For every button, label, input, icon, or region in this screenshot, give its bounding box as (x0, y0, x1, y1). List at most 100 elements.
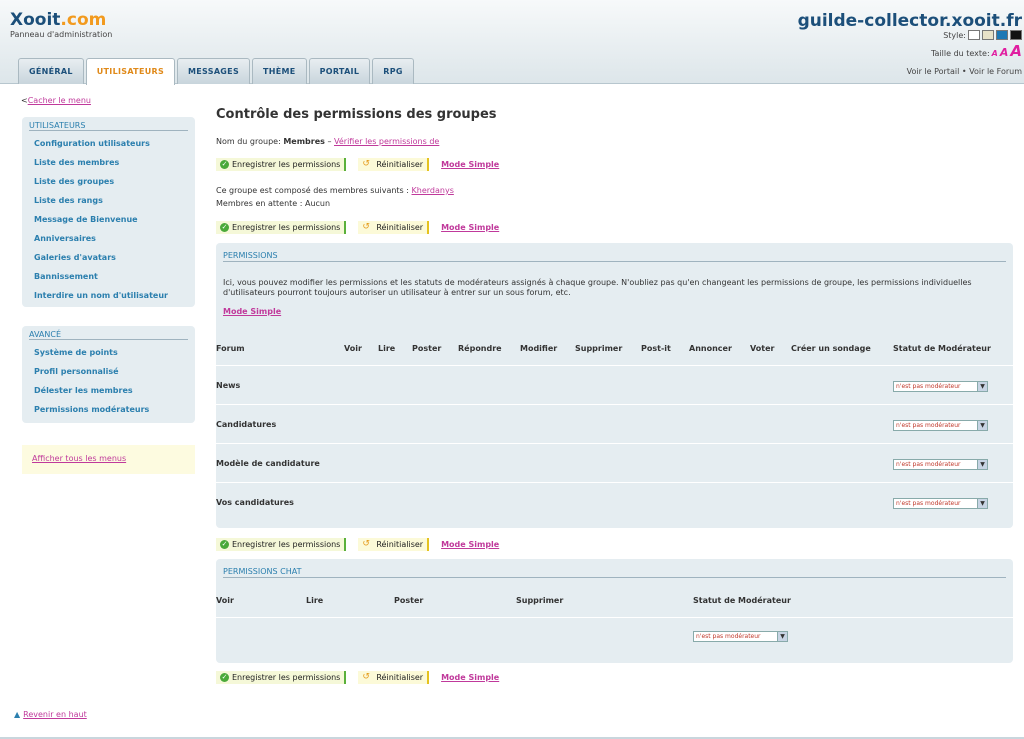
top-links: Voir le Portail • Voir le Forum (907, 67, 1022, 76)
style-swatch-blue[interactable] (996, 30, 1008, 40)
check-icon: ✓ (220, 160, 229, 169)
text-size-selector: Taille du texte: A A A (931, 42, 1022, 60)
view-forum-link[interactable]: Voir le Forum (969, 67, 1022, 76)
save-permissions-label: Enregistrer les permissions (232, 223, 341, 232)
row-separator (216, 617, 1013, 618)
show-all-menus-link[interactable]: Afficher tous les menus (32, 454, 126, 463)
simple-mode-link[interactable]: Mode Simple (441, 540, 499, 549)
permissions-simple-mode-link[interactable]: Mode Simple (223, 307, 281, 316)
chevron-down-icon: ▼ (977, 499, 987, 508)
moderator-status-value: n'est pas modérateur (896, 383, 961, 390)
sidebar-item-forbid-username[interactable]: Interdire un nom d'utilisateur (29, 286, 188, 305)
logo-suffix: com (66, 10, 107, 30)
back-to-top-link[interactable]: Revenir en haut (23, 710, 87, 719)
reset-icon: ↺ (362, 672, 370, 682)
check-icon: ✓ (220, 540, 229, 549)
save-permissions-button[interactable]: ✓ Enregistrer les permissions (216, 221, 347, 234)
reset-icon: ↺ (362, 539, 370, 549)
sidebar-advanced-box: AVANCÉ Système de points Profil personna… (22, 326, 195, 423)
moderator-status-value: n'est pas modérateur (896, 500, 961, 507)
col-creer-sondage: Créer un sondage (791, 344, 871, 353)
moderator-status-select[interactable]: n'est pas modérateur ▼ (893, 381, 988, 392)
group-name-label: Nom du groupe: (216, 137, 281, 146)
moderator-status-select[interactable]: n'est pas modérateur ▼ (893, 420, 988, 431)
chat-col-poster: Poster (394, 596, 424, 605)
row-separator (216, 443, 1013, 444)
style-swatch-beige[interactable] (982, 30, 994, 40)
simple-mode-link[interactable]: Mode Simple (441, 673, 499, 682)
sidebar-item-birthdays[interactable]: Anniversaires (29, 229, 188, 248)
row-separator (216, 404, 1013, 405)
moderator-status-value: n'est pas modérateur (696, 633, 761, 640)
chat-col-voir: Voir (216, 596, 234, 605)
permissions-description: Ici, vous pouvez modifier les permission… (223, 278, 972, 297)
col-statut-moderateur: Statut de Modérateur (893, 344, 991, 353)
sidebar-item-avatar-galleries[interactable]: Galeries d'avatars (29, 248, 188, 267)
reset-button[interactable]: ↺ Réinitialiser (358, 538, 430, 551)
text-size-label: Taille du texte: (930, 49, 990, 58)
tab-rpg[interactable]: RPG (372, 58, 414, 84)
sidebar-item-members-list[interactable]: Liste des membres (29, 153, 188, 172)
sidebar-item-prune-members[interactable]: Délester les membres (29, 381, 188, 400)
text-size-small[interactable]: A (992, 49, 998, 58)
site-name[interactable]: guilde-collector.xooit.fr (798, 11, 1022, 31)
save-permissions-button[interactable]: ✓ Enregistrer les permissions (216, 158, 347, 171)
members-text: Ce groupe est composé des membres suivan… (216, 186, 409, 195)
reset-label: Réinitialiser (376, 540, 424, 549)
tab-general[interactable]: GÉNÉRAL (18, 58, 84, 84)
reset-icon: ↺ (362, 222, 370, 232)
save-permissions-button[interactable]: ✓ Enregistrer les permissions (216, 671, 347, 684)
tab-portail[interactable]: PORTAIL (308, 58, 371, 84)
simple-mode-link[interactable]: Mode Simple (441, 160, 499, 169)
col-forum: Forum (216, 344, 245, 353)
sidebar-item-welcome-message[interactable]: Message de Bienvenue (29, 210, 188, 229)
hide-menu-link[interactable]: Cacher le menu (28, 96, 91, 105)
view-portal-link[interactable]: Voir le Portail (907, 67, 960, 76)
verify-permissions-link[interactable]: Vérifier les permissions de (334, 137, 439, 146)
sidebar-item-config-users[interactable]: Configuration utilisateurs (29, 134, 188, 153)
top-links-separator: • (961, 67, 967, 76)
sidebar-users-box: UTILISATEURS Configuration utilisateurs … (22, 117, 195, 307)
members-line: Ce groupe est composé des membres suivan… (216, 186, 454, 195)
chat-moderator-status-select[interactable]: n'est pas modérateur ▼ (693, 631, 788, 642)
hide-menu-arrow-icon: < (21, 96, 28, 105)
sidebar-item-groups-list[interactable]: Liste des groupes (29, 172, 188, 191)
moderator-status-select[interactable]: n'est pas modérateur ▼ (893, 498, 988, 509)
chat-col-statut-moderateur: Statut de Modérateur (693, 596, 791, 605)
sidebar-item-ban[interactable]: Bannissement (29, 267, 188, 286)
text-size-medium[interactable]: A (1000, 46, 1009, 59)
style-selector: Style: (943, 30, 1022, 40)
chat-col-supprimer: Supprimer (516, 596, 564, 605)
chevron-down-icon: ▼ (977, 460, 987, 469)
chat-permissions-title: PERMISSIONS CHAT (223, 567, 1006, 578)
back-to-top: ▲ Revenir en haut (14, 710, 87, 719)
sidebar-item-points-system[interactable]: Système de points (29, 343, 188, 362)
sidebar-item-moderator-permissions[interactable]: Permissions modérateurs (29, 400, 188, 419)
reset-icon: ↺ (362, 159, 370, 169)
text-size-large[interactable]: A (1010, 42, 1022, 60)
row-separator (216, 482, 1013, 483)
col-annoncer: Annoncer (689, 344, 732, 353)
check-icon: ✓ (220, 223, 229, 232)
reset-button[interactable]: ↺ Réinitialiser (358, 158, 430, 171)
permissions-panel: PERMISSIONS Ici, vous pouvez modifier le… (216, 243, 1013, 528)
simple-mode-link[interactable]: Mode Simple (441, 223, 499, 232)
reset-button[interactable]: ↺ Réinitialiser (358, 671, 430, 684)
xooit-logo[interactable]: Xooit.com (10, 10, 106, 30)
member-link[interactable]: Kherdanys (412, 186, 454, 195)
group-name-line: Nom du groupe: Membres – Vérifier les pe… (216, 137, 439, 146)
reset-button[interactable]: ↺ Réinitialiser (358, 221, 430, 234)
save-permissions-button[interactable]: ✓ Enregistrer les permissions (216, 538, 347, 551)
page-title: Contrôle des permissions des groupes (216, 107, 497, 122)
style-swatch-black[interactable] (1010, 30, 1022, 40)
sidebar-item-ranks-list[interactable]: Liste des rangs (29, 191, 188, 210)
tab-utilisateurs[interactable]: UTILISATEURS (85, 58, 176, 85)
moderator-status-select[interactable]: n'est pas modérateur ▼ (893, 459, 988, 470)
sidebar-item-custom-profile[interactable]: Profil personnalisé (29, 362, 188, 381)
pending-members: Membres en attente : Aucun (216, 199, 331, 208)
tab-messages[interactable]: MESSAGES (177, 58, 251, 84)
style-swatch-white[interactable] (968, 30, 980, 40)
tab-theme[interactable]: THÈME (252, 58, 307, 84)
main-tabs: GÉNÉRAL UTILISATEURS MESSAGES THÈME PORT… (18, 58, 414, 85)
forum-name: Vos candidatures (216, 498, 294, 507)
